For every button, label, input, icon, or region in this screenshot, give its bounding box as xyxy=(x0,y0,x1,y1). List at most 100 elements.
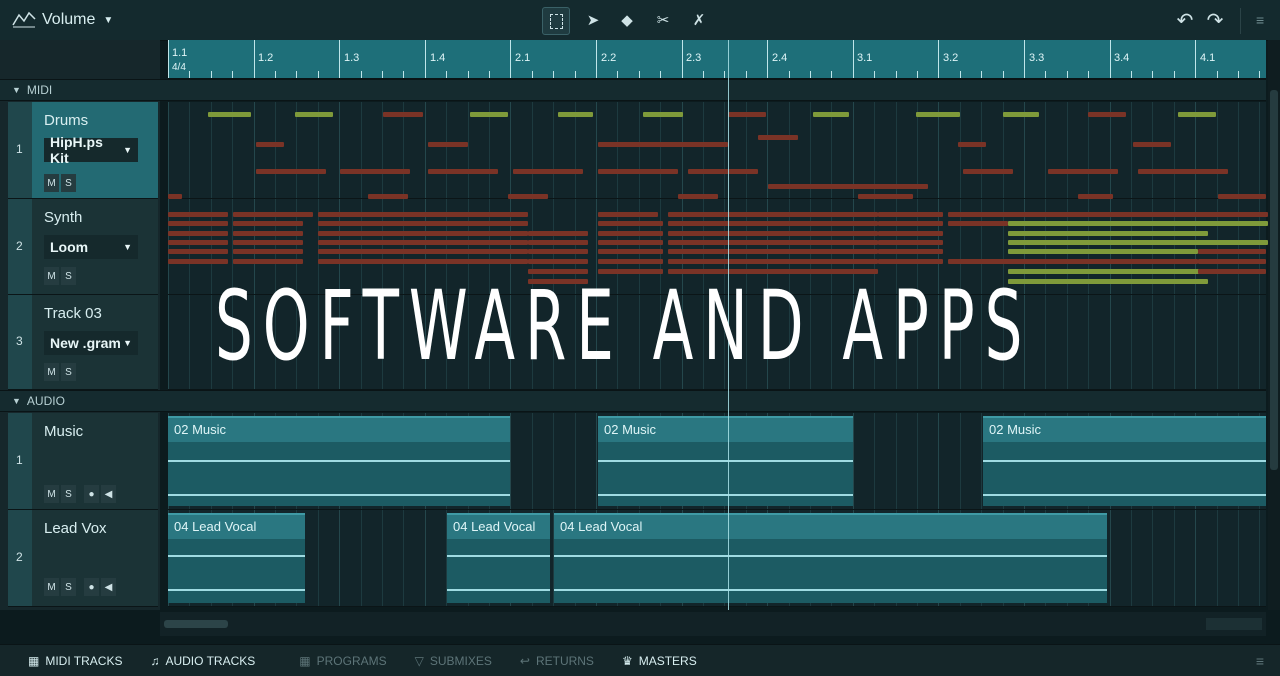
midi-note[interactable] xyxy=(916,112,960,117)
solo-button[interactable]: S xyxy=(61,485,76,503)
midi-note[interactable] xyxy=(598,231,663,236)
midi-note[interactable] xyxy=(688,169,758,174)
track-header-synth[interactable]: 2 Synth Loom ▼ MS xyxy=(8,199,158,295)
midi-note[interactable] xyxy=(1008,249,1198,254)
midi-note[interactable] xyxy=(233,231,303,236)
undo-button[interactable]: ↶ xyxy=(1172,7,1198,33)
audio-clip[interactable]: 02 Music xyxy=(168,416,510,506)
midi-note[interactable] xyxy=(668,240,878,245)
audio-lane-lead-vox[interactable]: 04 Lead Vocal 04 Lead Vocal 04 Lead Voca… xyxy=(168,510,1266,607)
mute-button[interactable]: M xyxy=(44,363,59,381)
midi-note[interactable] xyxy=(168,212,228,217)
midi-note[interactable] xyxy=(598,169,678,174)
midi-note[interactable] xyxy=(256,169,326,174)
solo-button[interactable]: S xyxy=(61,578,76,596)
automation-icon[interactable] xyxy=(12,10,36,28)
automation-param-select[interactable]: Volume ▼ xyxy=(42,8,113,32)
midi-note[interactable] xyxy=(340,169,410,174)
midi-note[interactable] xyxy=(233,212,313,217)
cut-tool-button[interactable]: ✂ xyxy=(650,7,676,33)
mute-button[interactable]: M xyxy=(44,578,59,596)
track-header-lead-vox[interactable]: 2 Lead Vox M S ● ◀ xyxy=(8,510,158,607)
tab-returns[interactable]: ↩ RETURNS xyxy=(520,654,594,668)
midi-note[interactable] xyxy=(383,112,423,117)
midi-note[interactable] xyxy=(878,259,943,264)
tab-submixes[interactable]: ▽ SUBMIXES xyxy=(415,654,492,668)
audio-clip[interactable]: 04 Lead Vocal xyxy=(447,513,550,603)
midi-note[interactable] xyxy=(295,112,333,117)
midi-note[interactable] xyxy=(168,259,228,264)
midi-note[interactable] xyxy=(513,169,583,174)
midi-note[interactable] xyxy=(758,135,798,140)
midi-note[interactable] xyxy=(558,112,593,117)
select-tool-button[interactable] xyxy=(542,7,570,35)
mute-button[interactable]: M xyxy=(44,485,59,503)
monitor-icon[interactable]: ◀ xyxy=(101,578,116,596)
horizontal-scrollbar[interactable] xyxy=(160,612,1266,636)
midi-note[interactable] xyxy=(1003,112,1039,117)
midi-note[interactable] xyxy=(318,259,528,264)
record-arm-icon[interactable]: ● xyxy=(84,578,99,596)
mute-tool-button[interactable]: ✗ xyxy=(686,7,712,33)
zoom-slider[interactable] xyxy=(1206,618,1262,630)
tab-midi-tracks[interactable]: ▦ MIDI TRACKS xyxy=(28,654,122,668)
midi-note[interactable] xyxy=(1008,221,1268,226)
midi-note[interactable] xyxy=(168,249,228,254)
midi-note[interactable] xyxy=(598,259,663,264)
solo-button[interactable]: S xyxy=(61,174,76,192)
pointer-tool-button[interactable]: ➤ xyxy=(580,7,606,33)
midi-note[interactable] xyxy=(233,249,303,254)
midi-note[interactable] xyxy=(1133,142,1171,147)
menu-icon[interactable]: ≡ xyxy=(1256,12,1264,28)
midi-note[interactable] xyxy=(878,221,943,226)
program-select[interactable]: Loom ▼ xyxy=(44,235,138,259)
midi-note[interactable] xyxy=(168,240,228,245)
midi-note[interactable] xyxy=(668,259,878,264)
midi-note[interactable] xyxy=(528,259,588,264)
midi-note[interactable] xyxy=(598,249,663,254)
midi-note[interactable] xyxy=(233,259,303,264)
record-arm-icon[interactable]: ● xyxy=(84,485,99,503)
midi-note[interactable] xyxy=(958,142,986,147)
midi-note[interactable] xyxy=(1008,240,1268,245)
midi-note[interactable] xyxy=(598,212,658,217)
midi-note[interactable] xyxy=(1178,112,1216,117)
tab-programs[interactable]: ▦ PROGRAMS xyxy=(299,654,386,668)
audio-lane-music[interactable]: 02 Music 02 Music 02 Music xyxy=(168,413,1266,510)
midi-note[interactable] xyxy=(598,240,663,245)
midi-note[interactable] xyxy=(1048,169,1118,174)
midi-note[interactable] xyxy=(1198,269,1266,274)
audio-clip[interactable]: 02 Music xyxy=(598,416,853,506)
midi-note[interactable] xyxy=(878,231,943,236)
midi-note[interactable] xyxy=(1088,112,1126,117)
midi-note[interactable] xyxy=(233,240,303,245)
audio-clip[interactable]: 02 Music xyxy=(983,416,1266,506)
redo-button[interactable]: ↷ xyxy=(1202,7,1228,33)
midi-note[interactable] xyxy=(318,221,528,226)
midi-note[interactable] xyxy=(813,112,849,117)
mute-button[interactable]: M xyxy=(44,267,59,285)
midi-lane-drums[interactable] xyxy=(168,102,1266,199)
midi-note[interactable] xyxy=(963,169,1013,174)
midi-note[interactable] xyxy=(948,212,1268,217)
track-header-track-03[interactable]: 3 Track 03 New .gram ▼ MS xyxy=(8,295,158,390)
midi-note[interactable] xyxy=(1198,249,1266,254)
midi-section-header[interactable]: ▼ MIDI xyxy=(0,79,1266,101)
midi-note[interactable] xyxy=(643,112,683,117)
vertical-scrollbar[interactable] xyxy=(1268,40,1280,610)
tab-masters[interactable]: ♛ MASTERS xyxy=(622,654,697,668)
midi-note[interactable] xyxy=(428,169,498,174)
scroll-thumb[interactable] xyxy=(1270,90,1278,470)
midi-note[interactable] xyxy=(528,240,588,245)
midi-note[interactable] xyxy=(948,221,1008,226)
tab-audio-tracks[interactable]: ♫ AUDIO TRACKS xyxy=(150,654,255,668)
program-select[interactable]: HipH.ps Kit ▼ xyxy=(44,134,138,166)
midi-note[interactable] xyxy=(318,240,528,245)
midi-note[interactable] xyxy=(668,249,878,254)
eraser-tool-button[interactable]: ◆ xyxy=(614,7,640,33)
midi-note[interactable] xyxy=(948,259,1198,264)
midi-note[interactable] xyxy=(1008,231,1208,236)
solo-button[interactable]: S xyxy=(61,267,76,285)
midi-note[interactable] xyxy=(318,231,528,236)
midi-note[interactable] xyxy=(233,221,303,226)
